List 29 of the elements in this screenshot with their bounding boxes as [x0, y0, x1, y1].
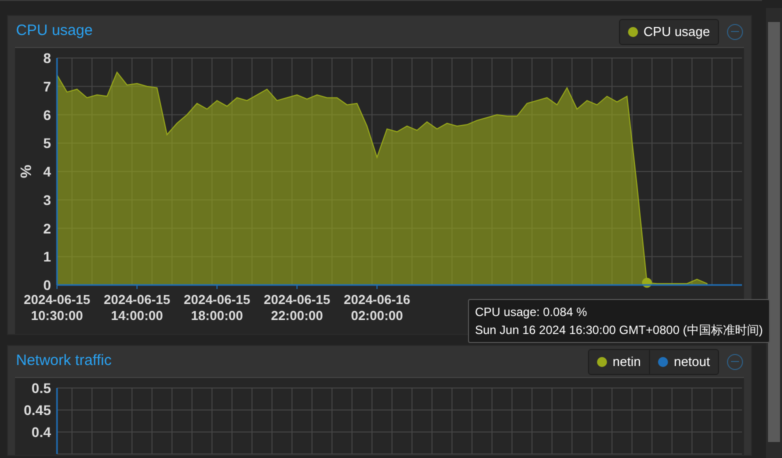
panel-title: Network traffic: [16, 351, 112, 372]
y-tick-label: 5: [43, 135, 51, 152]
y-tick-label: 1: [43, 248, 51, 265]
x-tick-label: 2024-06-15 18:00:00: [184, 292, 250, 323]
x-tick-label: 2024-06-15 10:30:00: [24, 292, 90, 323]
scrollbar[interactable]: [766, 8, 782, 458]
tooltip-line: CPU usage: 0.084 %: [475, 304, 588, 321]
legend-toggle[interactable]: netin: [588, 350, 649, 374]
legend-toggle[interactable]: netout: [648, 350, 718, 374]
y-tick-label: 2: [43, 220, 51, 236]
collapse-icon[interactable]: [727, 354, 743, 370]
x-tick-label: 2024-06-15 14:00:00: [104, 292, 170, 323]
x-tick-label: 2024-06-15 22:00:00: [264, 292, 330, 323]
panel-title: CPU usage: [16, 21, 93, 42]
y-axis-label: %: [18, 164, 35, 178]
y-tick-label: 0: [43, 277, 51, 293]
point-marker: [642, 278, 652, 288]
collapse-icon[interactable]: [727, 24, 743, 40]
y-tick-label: 0.5: [32, 380, 51, 396]
y-tick-label: 4: [43, 164, 51, 180]
y-tick-label: 3: [43, 192, 51, 208]
tooltip-line: Sun Jun 16 2024 16:30:00 GMT+0800 (中国标准时间): [475, 322, 763, 339]
y-tick-label: 7: [43, 78, 51, 94]
x-tick-label: 2024-06-16 02:00:00: [344, 292, 410, 323]
legend-toggle[interactable]: CPU usage: [620, 20, 718, 44]
y-tick-label: 0.45: [24, 402, 51, 418]
y-tick-label: 0.4: [32, 424, 51, 440]
y-tick-label: 6: [43, 106, 51, 123]
y-tick-label: 8: [43, 50, 51, 66]
